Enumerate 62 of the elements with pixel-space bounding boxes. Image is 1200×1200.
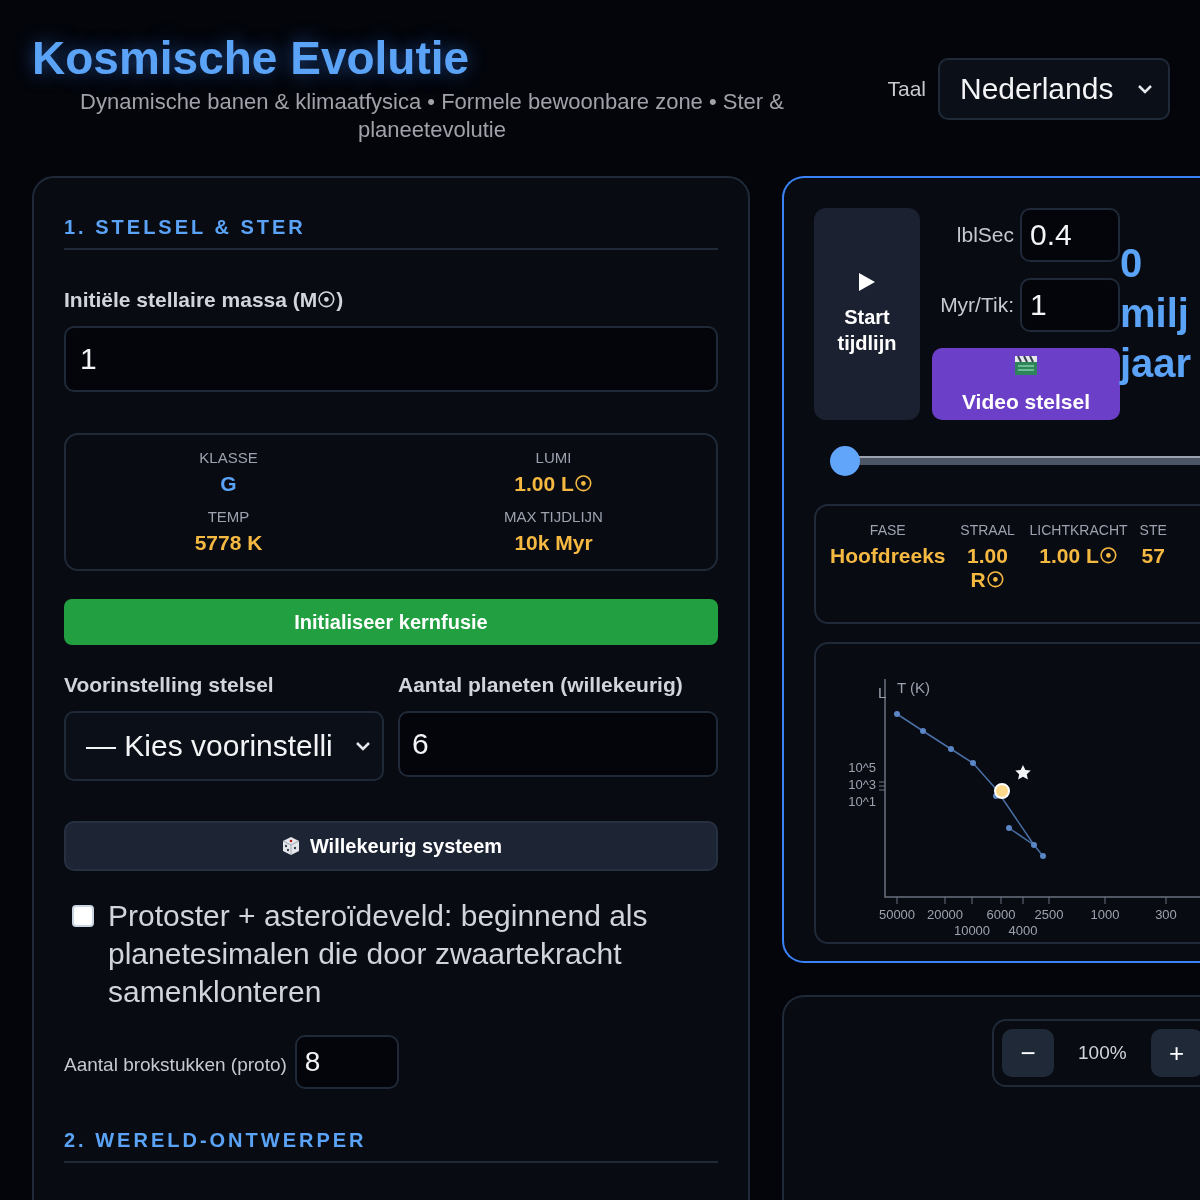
- zoom-level: 100%: [1078, 1042, 1127, 1064]
- section-heading: 1. STELSEL & STER: [64, 206, 718, 250]
- stat-label: TEMP: [207, 508, 250, 525]
- axis-label: T (K): [897, 679, 931, 696]
- stat-value: 1.00 L☉: [514, 472, 593, 496]
- field-label: Aantal planeten (willekeurig): [398, 673, 684, 697]
- tick-label: 10^1: [848, 794, 876, 809]
- speed-label: lblSec: [956, 223, 1014, 247]
- stat-label: MAX TIJDLIJN: [504, 508, 603, 525]
- language-label: Taal: [887, 77, 926, 101]
- tick-label: 4000: [1008, 923, 1038, 938]
- step-input[interactable]: 1: [1020, 278, 1120, 332]
- slider-thumb[interactable]: [830, 446, 860, 476]
- stat-value: 1.00 R☉: [966, 544, 1009, 592]
- tick-label: 10^5: [848, 760, 876, 775]
- field-label: Aantal brokstukken (proto): [64, 1054, 287, 1076]
- stat-value: 1.00 L☉: [1039, 544, 1118, 568]
- play-icon: [858, 272, 876, 292]
- protostar-checkbox[interactable]: [72, 905, 94, 927]
- chevron-down-icon: [1136, 83, 1154, 95]
- star-icon: [1015, 765, 1031, 780]
- tick-label: 50000: [878, 907, 916, 922]
- tick-label: 10^3: [848, 777, 876, 792]
- stat-label: STRAAL: [960, 522, 1015, 538]
- stat-value: 57: [1141, 544, 1165, 568]
- tick-label: 300: [1155, 907, 1177, 922]
- start-timeline-button[interactable]: Start tijdlijn: [814, 208, 920, 420]
- app-subtitle: Dynamische banen & klimaatfysica • Formele bewoonbare zone • Ster & planeetevolutie: [79, 88, 785, 144]
- tick-label: 1000: [1090, 907, 1120, 922]
- field-label: Voorinstelling stelsel: [64, 673, 275, 697]
- stat-value: Hoofdreeks: [830, 544, 946, 568]
- random-system-button[interactable]: Willekeurig systeem: [64, 821, 718, 871]
- age-readout: 0 milj jaar: [1120, 240, 1193, 387]
- protostar-option-label: Protoster + asteroïdeveld: beginnend als planetesimalen die door zwaartekracht samenklonteren: [108, 898, 649, 1010]
- stat-value: G: [220, 472, 237, 496]
- field-label: Initiële stellaire massa (M☉): [64, 288, 345, 312]
- stat-value: 10k Myr: [514, 531, 593, 555]
- section-heading: 2. WERELD-ONTWERPER: [64, 1119, 718, 1163]
- tick-label: 6000: [986, 907, 1016, 922]
- axis-label: L: [878, 684, 887, 701]
- planet-count-input[interactable]: 6: [398, 711, 718, 777]
- tick-label: 2500: [1034, 907, 1064, 922]
- stat-label: KLASSE: [199, 449, 258, 466]
- tick-label: 10000: [953, 923, 991, 938]
- zoom-out-button[interactable]: −: [1002, 1029, 1054, 1077]
- stat-label: LICHTKRACHT: [1029, 522, 1128, 538]
- mass-input[interactable]: 1: [64, 326, 718, 392]
- stat-label: STE: [1139, 522, 1167, 538]
- speed-input[interactable]: 0.4: [1020, 208, 1120, 262]
- preset-select[interactable]: — Kies voorinstelli: [64, 711, 384, 781]
- stat-label: LUMI: [535, 449, 572, 466]
- stat-label: FASE: [869, 522, 906, 538]
- video-button[interactable]: Video stelsel: [932, 348, 1120, 420]
- tick-label: 20000: [926, 907, 964, 922]
- chevron-down-icon: [354, 740, 372, 752]
- fragment-count-input[interactable]: 8: [294, 1035, 399, 1089]
- zoom-in-button[interactable]: +: [1150, 1029, 1200, 1077]
- app-title: Kosmische Evolutie: [32, 31, 470, 86]
- language-select[interactable]: Nederlands: [938, 58, 1170, 120]
- stat-value: 5778 K: [194, 531, 263, 555]
- step-label: Myr/Tik:: [940, 293, 1014, 317]
- clapperboard-icon: [1014, 353, 1038, 376]
